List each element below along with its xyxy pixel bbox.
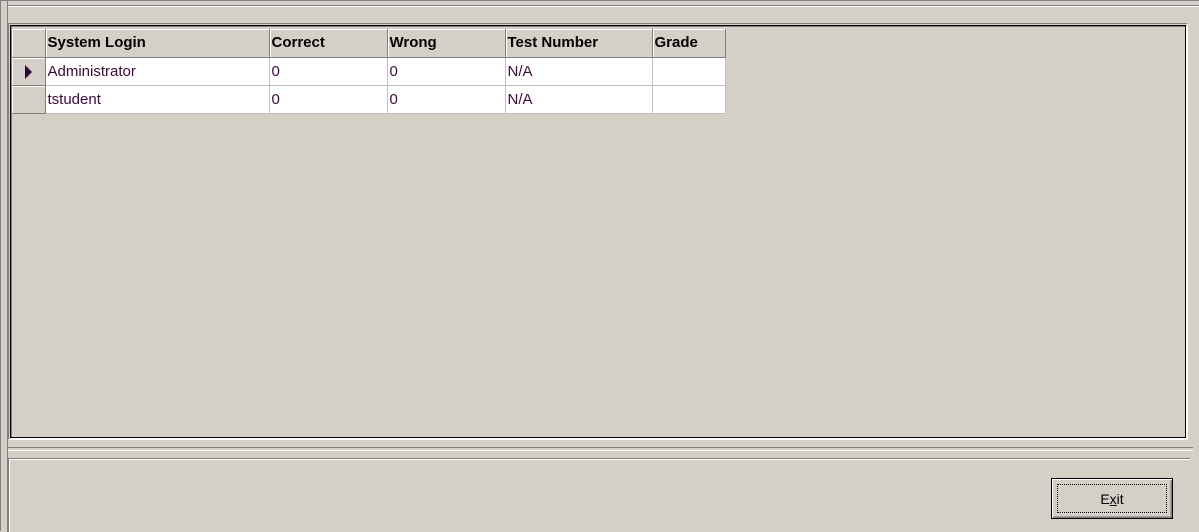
grid-header-row: System Login Correct Wrong Test Number G… [12,29,726,58]
cell-wrong[interactable]: 0 [386,85,506,114]
row-selector[interactable] [12,85,46,114]
cell-correct[interactable]: 0 [268,85,388,114]
cell-test-number[interactable]: N/A [504,85,653,114]
divider [8,447,1193,451]
cell-system-login[interactable]: tstudent [44,85,270,114]
table-row[interactable]: tstudent 0 0 N/A [12,85,726,114]
cell-grade[interactable] [651,85,726,114]
top-edge [1,1,1199,7]
column-header-grade[interactable]: Grade [652,29,726,58]
exit-label-start: E [1100,490,1110,507]
cell-system-login[interactable]: Administrator [44,57,270,86]
exit-label-end: it [1116,490,1124,507]
cell-grade[interactable] [651,57,726,86]
column-header-wrong[interactable]: Wrong [387,29,506,58]
results-grid[interactable]: System Login Correct Wrong Test Number G… [12,29,726,114]
column-header-test-number[interactable]: Test Number [505,29,653,58]
table-row[interactable]: Administrator 0 0 N/A [12,57,726,86]
column-header-correct[interactable]: Correct [269,29,388,58]
exit-label-mnemonic: x [1109,490,1117,507]
cell-wrong[interactable]: 0 [386,57,506,86]
button-bar [8,458,1190,532]
app-window: System Login Correct Wrong Test Number G… [0,0,1199,532]
exit-button-label: Ex it [1057,484,1167,513]
column-header-system-login[interactable]: System Login [45,29,270,58]
cell-test-number[interactable]: N/A [504,57,653,86]
row-selector[interactable] [12,57,46,86]
exit-button[interactable]: Ex it [1051,478,1173,519]
grid-corner-cell[interactable] [12,29,46,58]
cell-correct[interactable]: 0 [268,57,388,86]
current-row-pointer-icon [24,64,32,79]
left-edge [1,1,8,532]
